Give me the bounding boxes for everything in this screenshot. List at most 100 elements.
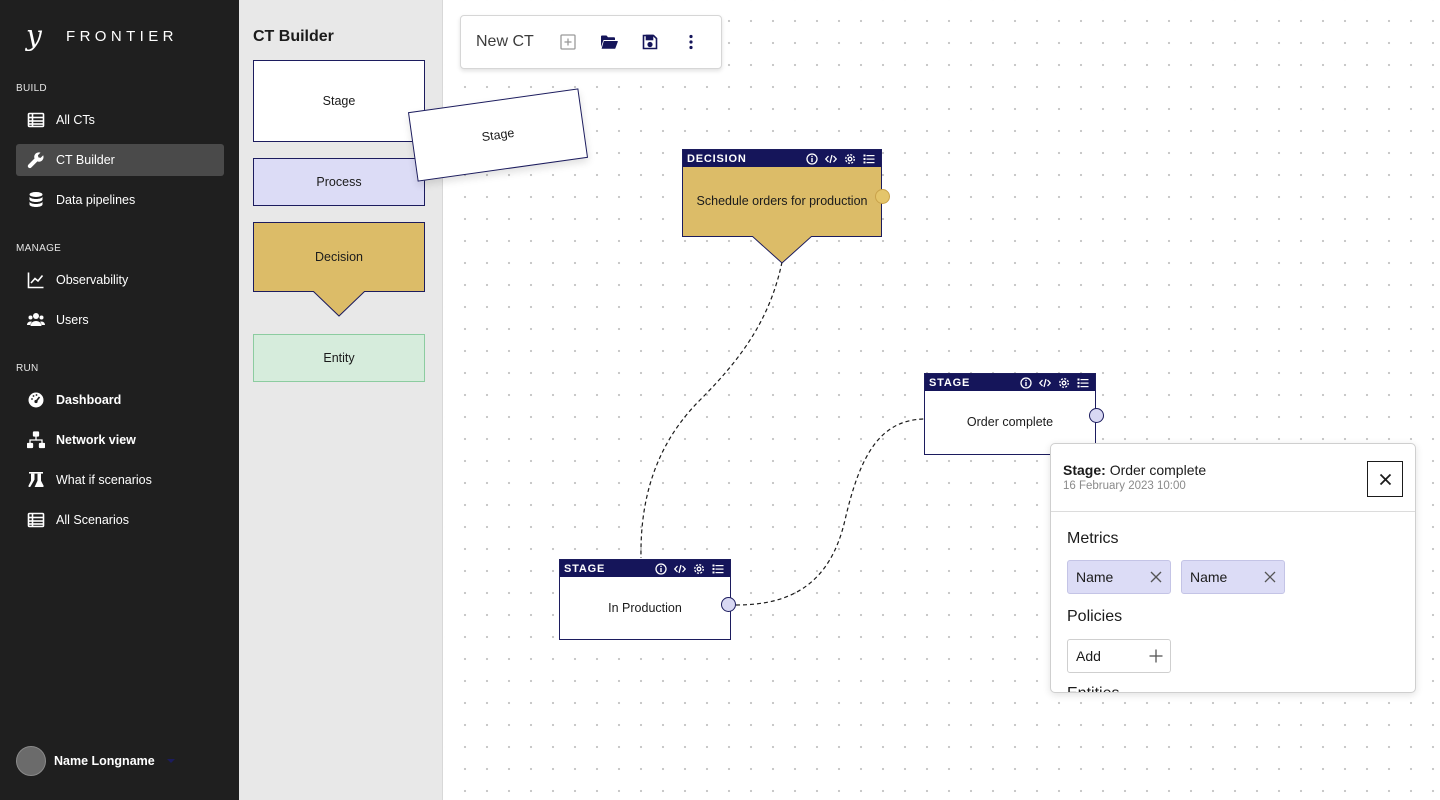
sidebar-item-label: All CTs	[56, 113, 95, 127]
code-icon[interactable]	[672, 562, 688, 576]
gear-icon[interactable]	[842, 152, 858, 166]
list-icon[interactable]	[1075, 376, 1091, 390]
node-header: STAGE	[560, 560, 730, 577]
panel-header: Stage: Order complete 16 February 2023 1…	[1051, 444, 1415, 512]
folder-open-icon	[600, 35, 618, 49]
close-panel-button[interactable]	[1367, 461, 1403, 497]
table-icon	[26, 110, 46, 130]
metric-chip-label: Name	[1190, 569, 1228, 585]
add-policy-button[interactable]: Add	[1067, 639, 1171, 673]
brand-logo[interactable]: y FRONTIER	[26, 22, 178, 50]
sidebar-item-label: Data pipelines	[56, 193, 136, 207]
brand-mark: y	[26, 19, 42, 52]
panel-title-prefix: Stage:	[1063, 462, 1106, 478]
database-icon	[26, 190, 46, 210]
info-icon[interactable]	[804, 152, 820, 166]
stage-output-port[interactable]	[1089, 408, 1104, 423]
sidebar-item-all-scenarios[interactable]: All Scenarios	[16, 504, 224, 536]
info-icon[interactable]	[1018, 376, 1034, 390]
node-header: STAGE	[925, 374, 1095, 391]
close-icon	[1379, 473, 1391, 485]
remove-icon	[1150, 571, 1162, 583]
nav-section-build: BUILD	[16, 83, 47, 94]
entities-heading: Entities	[1067, 685, 1119, 692]
node-header: DECISION	[683, 150, 881, 167]
sidebar-item-ct-builder[interactable]: CT Builder	[16, 144, 224, 176]
brand-name: FRONTIER	[66, 27, 178, 45]
wrench-icon	[26, 150, 46, 170]
palette-entity-block[interactable]: Entity	[253, 334, 425, 382]
network-icon	[26, 430, 46, 450]
panel-timestamp: 16 February 2023 10:00	[1063, 480, 1186, 492]
metric-chip[interactable]: Name	[1181, 560, 1285, 594]
palette-decision-block[interactable]: Decision	[253, 222, 425, 292]
sidebar-item-what-if-scenarios[interactable]: What if scenarios	[16, 464, 224, 496]
gear-icon[interactable]	[691, 562, 707, 576]
info-icon[interactable]	[653, 562, 669, 576]
metrics-heading: Metrics	[1067, 530, 1119, 547]
list-icon[interactable]	[710, 562, 726, 576]
node-details-panel: Stage: Order complete 16 February 2023 1…	[1050, 443, 1416, 693]
sidebar-item-label: All Scenarios	[56, 513, 129, 527]
user-name: Name Longname	[54, 754, 155, 768]
sidebar-item-users[interactable]: Users	[16, 304, 224, 336]
palette-decision-pointer	[313, 291, 365, 317]
new-ct-button[interactable]	[554, 28, 582, 56]
add-policy-label: Add	[1076, 648, 1101, 664]
sidebar-item-label: Users	[56, 313, 89, 327]
remove-icon	[1264, 571, 1276, 583]
line-chart-icon	[26, 270, 46, 290]
list-icon[interactable]	[861, 152, 877, 166]
decision-node[interactable]: DECISION Schedule orders for production	[682, 149, 882, 237]
decision-output-port[interactable]	[875, 189, 890, 204]
flask-icon	[26, 470, 46, 490]
sidebar-item-data-pipelines[interactable]: Data pipelines	[16, 184, 224, 216]
code-icon[interactable]	[1037, 376, 1053, 390]
sidebar-item-label: CT Builder	[56, 153, 115, 167]
panel-title-name: Order complete	[1109, 462, 1207, 478]
more-vertical-icon	[689, 34, 693, 50]
node-label: In Production	[608, 600, 682, 615]
metric-chip[interactable]: Name	[1067, 560, 1171, 594]
nav-section-run: RUN	[16, 363, 39, 374]
chevron-down-icon[interactable]	[166, 759, 175, 763]
palette-title: CT Builder	[253, 28, 334, 45]
save-ct-button[interactable]	[636, 28, 664, 56]
plus-icon	[1149, 649, 1163, 663]
sidebar-item-dashboard[interactable]: Dashboard	[16, 384, 224, 416]
sidebar-item-all-cts[interactable]: All CTs	[16, 104, 224, 136]
save-icon	[642, 34, 658, 50]
sidebar-item-label: What if scenarios	[56, 473, 152, 487]
sidebar: y FRONTIER BUILD All CTs CT Builder Data…	[0, 0, 239, 800]
palette-process-block[interactable]: Process	[253, 158, 425, 206]
node-type-label: DECISION	[687, 152, 747, 165]
more-options-button[interactable]	[677, 28, 705, 56]
ct-name[interactable]: New CT	[476, 33, 534, 51]
canvas-toolbar: New CT	[460, 15, 722, 69]
sidebar-item-observability[interactable]: Observability	[16, 264, 224, 296]
users-icon	[26, 310, 46, 330]
decision-node-pointer	[752, 236, 812, 264]
sidebar-item-network-view[interactable]: Network view	[16, 424, 224, 456]
policies-heading: Policies	[1067, 608, 1123, 625]
open-ct-button[interactable]	[595, 28, 623, 56]
avatar[interactable]	[16, 746, 46, 776]
node-type-label: STAGE	[564, 562, 606, 575]
sidebar-item-label: Observability	[56, 273, 129, 287]
plus-square-icon	[560, 34, 576, 50]
node-label: Schedule orders for production	[696, 194, 868, 208]
gear-icon[interactable]	[1056, 376, 1072, 390]
code-icon[interactable]	[823, 152, 839, 166]
node-type-label: STAGE	[929, 376, 971, 389]
nav-section-manage: MANAGE	[16, 243, 62, 254]
gauge-icon	[26, 390, 46, 410]
user-menu[interactable]: Name Longname	[16, 746, 175, 776]
metric-chip-label: Name	[1076, 569, 1114, 585]
sidebar-item-label: Network view	[56, 433, 136, 447]
panel-title: Stage: Order complete	[1063, 462, 1206, 478]
table-icon	[26, 510, 46, 530]
stage-node-in-production[interactable]: STAGE In Production	[559, 559, 731, 640]
stage-output-port[interactable]	[721, 597, 736, 612]
palette-stage-block[interactable]: Stage	[253, 60, 425, 142]
sidebar-item-label: Dashboard	[56, 393, 122, 407]
